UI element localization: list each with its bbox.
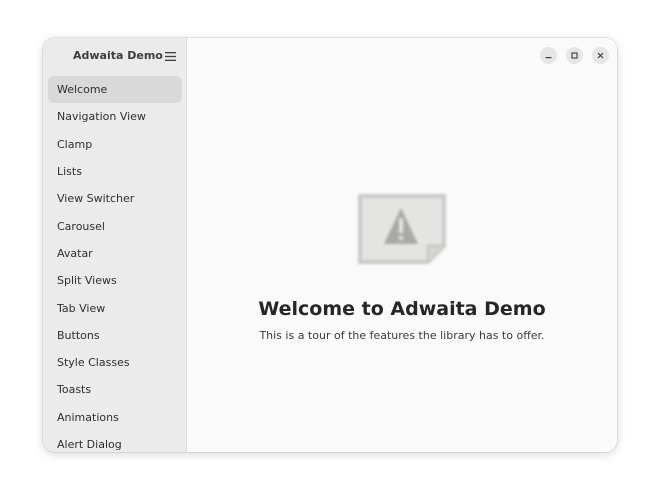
welcome-status-page: Welcome to Adwaita Demo This is a tour o… [187, 190, 617, 342]
sidebar-item-animations[interactable]: Animations [48, 404, 182, 431]
welcome-title: Welcome to Adwaita Demo [258, 298, 546, 320]
sidebar-item-alert-dialog[interactable]: Alert Dialog [48, 431, 182, 452]
sidebar-item-view-switcher[interactable]: View Switcher [48, 185, 182, 212]
hamburger-menu-icon [164, 51, 176, 61]
sidebar-item-carousel[interactable]: Carousel [48, 212, 182, 239]
window-controls [540, 47, 609, 64]
close-button[interactable] [592, 47, 609, 64]
close-icon [597, 52, 604, 59]
sidebar-item-tab-view[interactable]: Tab View [48, 294, 182, 321]
missing-image-icon [358, 194, 446, 264]
sidebar: Adwaita Demo Welcome Navigation View Cla… [43, 38, 187, 452]
sidebar-item-navigation-view[interactable]: Navigation View [48, 103, 182, 130]
maximize-button[interactable] [566, 47, 583, 64]
sidebar-header: Adwaita Demo [43, 38, 186, 74]
sidebar-item-buttons[interactable]: Buttons [48, 322, 182, 349]
welcome-description: This is a tour of the features the libra… [259, 329, 545, 342]
minimize-icon [545, 57, 552, 59]
maximize-icon [571, 52, 578, 59]
main-menu-button[interactable] [161, 47, 179, 65]
sidebar-item-toasts[interactable]: Toasts [48, 376, 182, 403]
sidebar-item-welcome[interactable]: Welcome [48, 76, 182, 104]
main-content: Welcome to Adwaita Demo This is a tour o… [187, 38, 617, 452]
sidebar-item-avatar[interactable]: Avatar [48, 240, 182, 267]
sidebar-item-split-views[interactable]: Split Views [48, 267, 182, 294]
minimize-button[interactable] [540, 47, 557, 64]
sidebar-item-clamp[interactable]: Clamp [48, 131, 182, 158]
sidebar-item-style-classes[interactable]: Style Classes [48, 349, 182, 376]
sidebar-nav-list: Welcome Navigation View Clamp Lists View… [48, 76, 182, 452]
sidebar-item-lists[interactable]: Lists [48, 158, 182, 185]
app-window: Adwaita Demo Welcome Navigation View Cla… [43, 38, 617, 452]
app-title: Adwaita Demo [73, 49, 163, 62]
